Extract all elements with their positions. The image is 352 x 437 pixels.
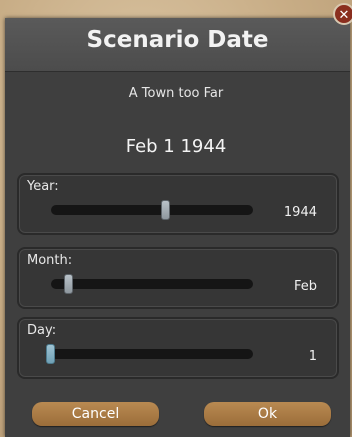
month-slider-thumb[interactable] (64, 274, 74, 294)
month-value: Feb (293, 279, 317, 294)
year-slider[interactable] (51, 200, 253, 220)
day-slider-thumb[interactable] (46, 344, 55, 364)
year-panel: Year: 1944 (17, 173, 339, 235)
close-icon[interactable]: ✕ (333, 3, 352, 25)
cancel-button[interactable]: Cancel (32, 402, 159, 426)
current-date: Feb 1 1944 (125, 136, 227, 157)
day-slider[interactable] (46, 344, 253, 364)
scenario-name: A Town too Far (128, 86, 224, 101)
month-slider[interactable] (51, 274, 253, 294)
year-slider-thumb[interactable] (161, 200, 171, 220)
month-label: Month: (27, 253, 73, 268)
dialog-title: Scenario Date (86, 27, 269, 53)
title-bar[interactable]: Scenario Date (5, 18, 350, 72)
month-panel: Month: Feb (17, 247, 339, 309)
ok-button[interactable]: Ok (204, 402, 331, 426)
day-value: 1 (308, 349, 317, 364)
day-label: Day: (27, 323, 57, 338)
year-value: 1944 (283, 205, 317, 220)
day-panel: Day: 1 (17, 317, 339, 379)
year-label: Year: (27, 179, 59, 194)
